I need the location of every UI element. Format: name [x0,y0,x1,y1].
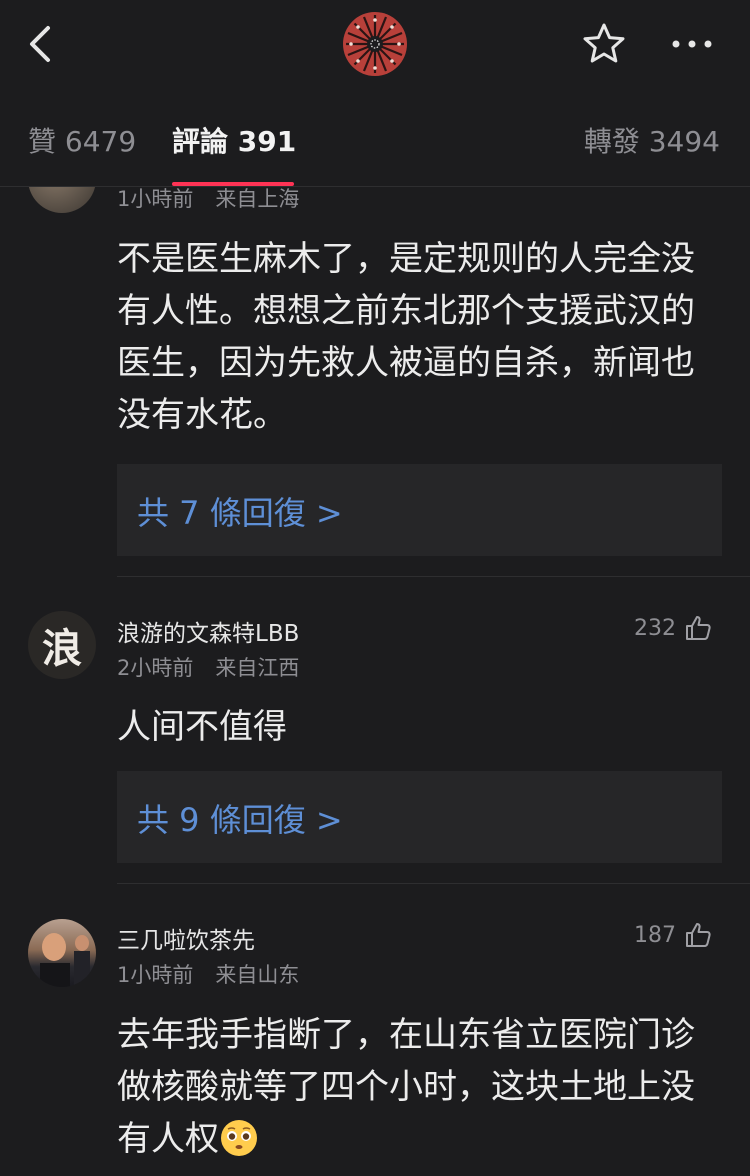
star-icon [583,23,625,63]
replies-button[interactable]: 共 7 條回復 > [117,464,722,556]
more-icon [672,40,712,48]
account-logo[interactable] [342,11,408,77]
chevron-left-icon [30,26,50,62]
comment-text-body: 去年我手指断了，在山东省立医院门诊做核酸就等了四个小时，这块土地上没有人权 [117,1015,695,1159]
avatar[interactable]: 浪 [28,611,96,679]
favorite-button[interactable] [580,20,628,68]
tab-comments[interactable]: 評論 391 [172,120,296,160]
username[interactable]: 浪游的文森特LBB [117,614,299,648]
avatar-glyph: 浪 [42,625,82,672]
thumbs-up-icon [686,616,711,640]
comment-meta: 1小時前 来自上海 [117,187,299,213]
comment-time: 1小時前 [117,187,194,211]
comment-text: 人间不值得 [117,707,287,747]
replies-label: 共 7 條回復 > [137,494,343,532]
replies-label: 共 9 條回復 > [137,801,343,839]
comment-meta: 1小時前 来自山东 [117,959,299,989]
tab-reposts[interactable]: 轉發 3494 [584,120,720,160]
divider [117,576,750,577]
pleading-face-emoji-icon [221,1120,257,1156]
username[interactable]: 三几啦饮茶先 [117,921,255,955]
like-button[interactable]: 232 [634,614,712,642]
top-bar [0,0,750,89]
avatar[interactable] [28,187,96,213]
like-count: 187 [634,922,676,948]
thumbs-up-icon [686,923,711,947]
active-tab-indicator [172,182,294,186]
comment-location: 来自山东 [215,963,300,987]
like-button[interactable]: 187 [634,921,712,949]
like-count: 232 [634,615,676,641]
logo-icon [343,12,407,76]
tab-bar: 贊 6479 評論 391 轉發 3494 [0,88,750,187]
comment-list[interactable]: 1小時前 来自上海 不是医生麻木了，是定规则的人完全没有人性。想想之前东北那个支援… [0,187,750,1176]
comment-time: 2小時前 [117,656,194,680]
comment-time: 1小時前 [117,963,194,987]
avatar-photo [40,933,90,987]
comment-location: 来自上海 [215,187,300,211]
back-button[interactable] [22,22,62,66]
tab-likes[interactable]: 贊 6479 [28,120,136,160]
more-button[interactable] [668,22,716,66]
comment-text: 去年我手指断了，在山东省立医院门诊做核酸就等了四个小时，这块土地上没有人权 [117,1009,707,1165]
comment-text: 不是医生麻木了，是定规则的人完全没有人性。想想之前东北那个支援武汉的医生，因为先… [117,239,695,435]
comment-location: 来自江西 [215,656,300,680]
divider [117,883,750,884]
replies-button[interactable]: 共 9 條回復 > [117,771,722,863]
avatar[interactable] [28,919,96,987]
comment-meta: 2小時前 来自江西 [117,652,299,682]
